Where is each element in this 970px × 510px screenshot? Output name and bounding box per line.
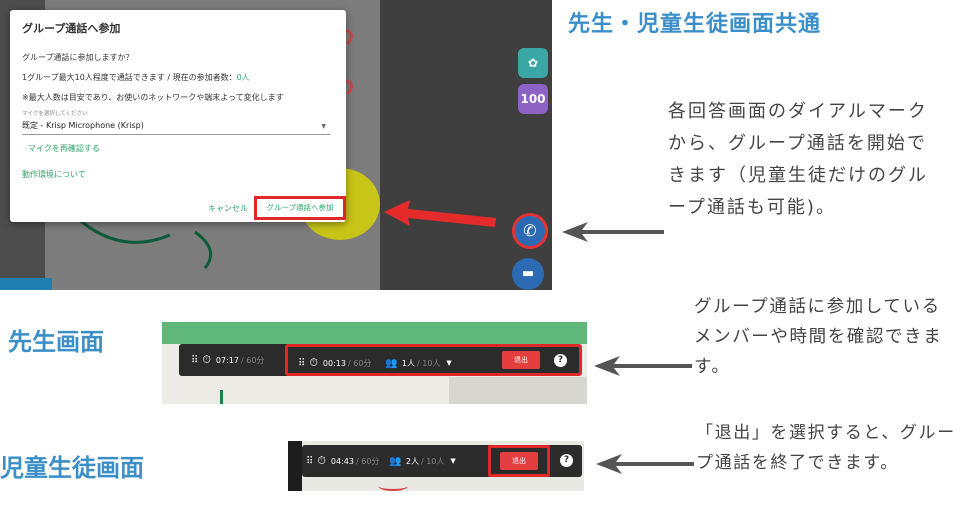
limit-prefix: 1グループ最大10人程度で通話できます / 現在の参加者数： <box>22 73 237 82</box>
teacher-drawing <box>220 390 223 404</box>
member-max: / 10人 <box>416 358 441 368</box>
stopwatch-icon: ⏱ <box>309 356 318 369</box>
pointer-arrow-icon <box>594 356 692 376</box>
recheck-mic-link[interactable]: マイクを再確認する <box>28 143 100 154</box>
chat-icon: ▬ <box>521 266 535 281</box>
help-icon[interactable]: ? <box>554 354 567 367</box>
member-max: / 10人 <box>420 456 445 466</box>
chevron-down-icon[interactable]: ▼ <box>450 457 455 465</box>
dialog-note: ※最大人数は目安であり、お使いのネットワークや端末よって変化します <box>22 93 284 102</box>
phone-icon: ✆ <box>523 221 537 240</box>
pointer-arrow-icon <box>596 454 694 474</box>
stopwatch-icon: ⏱ <box>317 454 326 467</box>
teacher-timer-bar: ⠿ ⏱ 07:17 / 60分 <box>179 344 297 376</box>
timer-elapsed: 07:17 <box>215 355 239 365</box>
people-icon: 👥 <box>385 357 398 369</box>
teacher-description: グループ通話に参加しているメンバーや時間を確認できます。 <box>694 297 943 377</box>
bottom-strip <box>0 278 52 290</box>
participant-count: 0人 <box>236 73 250 82</box>
stopwatch-icon: ⏱ <box>202 353 211 366</box>
drag-handle-icon[interactable]: ⠿ <box>298 358 305 369</box>
chevron-down-icon: ▼ <box>321 123 326 130</box>
red-arrow-icon <box>384 200 496 227</box>
leave-button[interactable]: 退出 <box>500 452 538 470</box>
people-icon: 👥 <box>389 455 402 467</box>
cancel-button[interactable]: キャンセル <box>208 203 248 214</box>
call-dial-button[interactable]: ✆ <box>512 213 548 249</box>
percent-100-icon: 100 <box>520 92 546 106</box>
help-icon[interactable]: ? <box>560 454 573 467</box>
leave-button[interactable]: 退出 <box>502 351 540 369</box>
call-elapsed: 04:43 <box>330 456 354 466</box>
teacher-screenshot: ⠿ ⏱ 07:17 / 60分 ⠿ ⏱ 00:13 / 60分 👥 1人 / 1… <box>162 322 587 404</box>
timer-limit: / 60分 <box>240 355 265 365</box>
call-elapsed: 00:13 <box>322 358 346 368</box>
mic-select[interactable]: 既定 - Krisp Microphone (Krisp) ▼ <box>22 120 330 135</box>
student-label: 児童生徒画面 <box>0 454 144 482</box>
dialog-question: グループ通話に参加しますか？ <box>22 53 134 62</box>
dialog-limit-text: 1グループ最大10人程度で通話できます / 現在の参加者数：0人 <box>22 72 250 83</box>
student-left-edge <box>288 441 302 491</box>
mic-select-label: マイクを選択してください <box>22 111 88 117</box>
chat-button[interactable]: ▬ <box>512 258 544 290</box>
environment-link[interactable]: 動作環境について <box>22 169 86 180</box>
score-100-button[interactable]: 100 <box>518 84 548 114</box>
member-count: 1人 <box>401 358 415 368</box>
pointer-arrow-icon <box>562 222 664 242</box>
join-call-button[interactable]: グループ通話へ参加 <box>254 196 346 220</box>
call-limit: / 60分 <box>347 358 372 368</box>
student-drawing <box>378 481 408 491</box>
student-call-bar: ⠿ ⏱ 04:43 / 60分 👥 2人 / 10人 ▼ 退出 ? <box>302 445 582 477</box>
call-limit: / 60分 <box>355 456 380 466</box>
top-screenshot: ✿ 100 ✆ ▬ グループ通話へ参加 グループ通話に参加しますか？ 1グループ… <box>0 0 552 290</box>
student-description: 「退出」を選択すると、グループ通話を終了できます。 <box>696 423 956 473</box>
teacher-header-strip <box>162 322 587 344</box>
group-call-dialog: グループ通話へ参加 グループ通話に参加しますか？ 1グループ最大10人程度で通話… <box>10 10 346 222</box>
group-call-icon: ✿ <box>527 56 539 70</box>
common-description: 各回答画面のダイアルマークから、グループ通話を開始できます（児童生徒だけのグルー… <box>668 101 928 218</box>
member-count: 2人 <box>405 456 419 466</box>
teacher-label: 先生画面 <box>8 328 104 356</box>
drag-handle-icon[interactable]: ⠿ <box>191 355 198 366</box>
teacher-call-bar: ⠿ ⏱ 00:13 / 60分 👥 1人 / 10人 ▼ 退出 ? <box>285 344 582 376</box>
group-call-side-button[interactable]: ✿ <box>518 48 548 78</box>
mic-select-value: 既定 - Krisp Microphone (Krisp) <box>22 121 144 130</box>
teacher-grey-area <box>449 377 587 404</box>
chevron-down-icon[interactable]: ▼ <box>446 359 451 367</box>
dialog-title: グループ通話へ参加 <box>22 22 121 35</box>
student-screenshot: ⠿ ⏱ 04:43 / 60分 👥 2人 / 10人 ▼ 退出 ? <box>288 441 584 491</box>
common-heading: 先生・児童生徒画面共通 <box>568 12 822 37</box>
drag-handle-icon[interactable]: ⠿ <box>306 456 313 467</box>
